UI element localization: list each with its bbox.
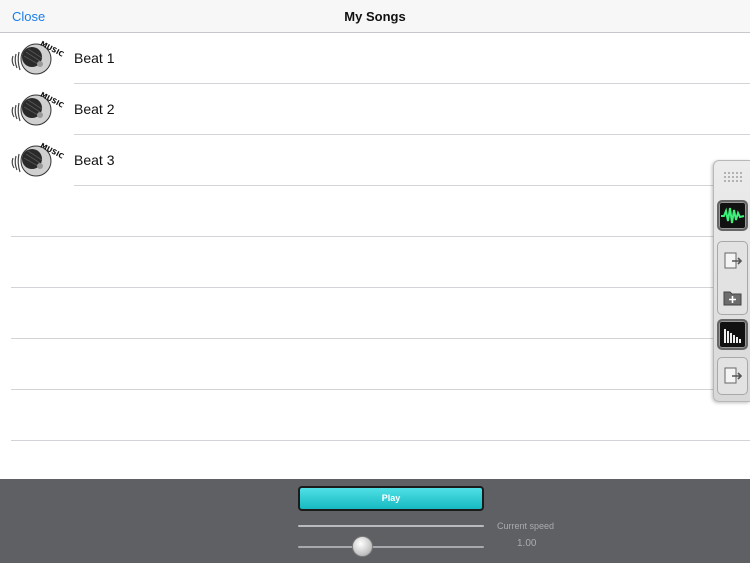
music-disc-icon: MUSIC [11,91,64,126]
speed-slider-track[interactable] [298,546,484,548]
equalizer-icon [724,329,741,343]
new-folder-icon[interactable] [718,283,747,312]
music-disc-icon: MUSIC [11,142,64,177]
speed-label: Current speed [497,521,555,531]
song-row[interactable]: MUSIC Beat 3 [0,135,750,186]
song-title: Beat 2 [74,101,115,117]
empty-row [0,288,750,339]
song-title: Beat 3 [74,152,115,168]
grip-handle-icon[interactable] [714,161,750,193]
export-icon[interactable] [718,247,747,276]
progress-track[interactable] [298,525,484,527]
empty-row [0,390,750,441]
song-row[interactable]: MUSIC Beat 2 [0,84,750,135]
app: Close My Songs MUSIC Beat 1 MUSIC Beat 2… [0,0,750,563]
empty-row [0,186,750,237]
song-title: Beat 1 [74,50,115,66]
song-row[interactable]: MUSIC Beat 1 [0,33,750,84]
tool-dock [713,160,750,402]
waveform-button[interactable] [717,200,748,231]
speed-value: 1.00 [517,538,537,549]
song-list: MUSIC Beat 1 MUSIC Beat 2 MUSIC Beat 3 [0,33,750,441]
empty-row [0,237,750,288]
page-title: My Songs [344,9,406,24]
file-actions-panel [717,241,748,315]
import-panel [717,357,748,395]
music-disc-icon: MUSIC [11,40,64,75]
waveform-icon [721,207,745,224]
row-divider [11,440,750,441]
play-button[interactable]: Play [298,486,484,511]
import-icon[interactable] [718,362,747,391]
navigation-bar: Close My Songs [0,0,750,33]
speed-slider-knob[interactable] [352,536,373,557]
equalizer-button[interactable] [717,319,748,350]
empty-row [0,339,750,390]
